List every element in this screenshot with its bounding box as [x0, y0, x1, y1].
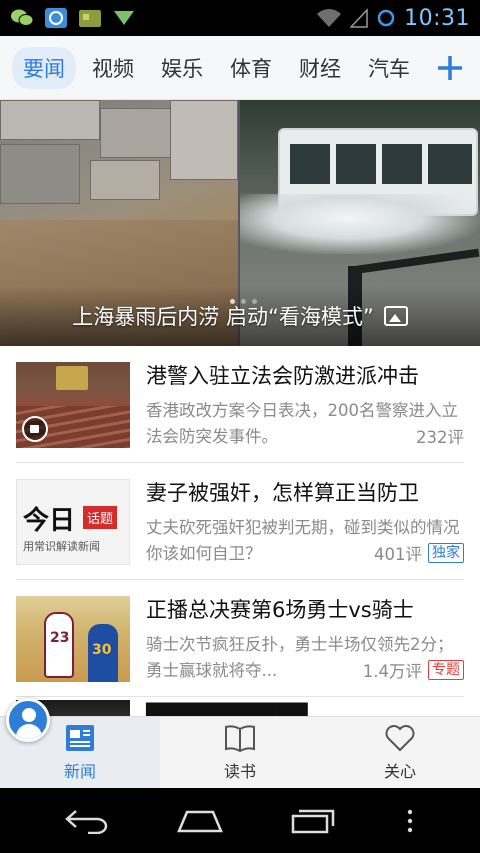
thumbnail-logo-subtitle: 用常识解读新闻	[23, 540, 100, 553]
comment-count: 401评	[374, 545, 422, 564]
tab-video[interactable]: 视频	[81, 47, 145, 89]
comment-count: 1.4万评	[362, 662, 422, 681]
tab-sports[interactable]: 体育	[219, 47, 283, 89]
newspaper-icon	[66, 724, 94, 751]
hero-caption: 上海暴雨后内涝 启动“看海模式”	[72, 305, 374, 329]
wifi-icon	[317, 9, 342, 27]
nav-label: 关心	[383, 761, 416, 781]
book-icon	[225, 724, 255, 752]
gallery-icon	[383, 306, 408, 326]
plus-icon	[438, 55, 462, 80]
system-navigation-bar	[0, 788, 480, 853]
topic-tag: 专题	[428, 660, 464, 680]
recents-button[interactable]	[289, 806, 337, 836]
hero-carousel[interactable]: 上海暴雨后内涝 启动“看海模式”	[0, 100, 480, 346]
home-icon	[176, 810, 223, 832]
game-icon	[79, 10, 101, 27]
heart-icon	[385, 724, 415, 751]
wechat-icon	[11, 9, 34, 26]
comment-count: 232评	[416, 428, 464, 447]
tab-entertainment[interactable]: 娱乐	[150, 47, 214, 89]
exclusive-tag: 独家	[428, 543, 464, 563]
overflow-menu-button[interactable]	[402, 806, 418, 836]
weibo-icon	[45, 8, 67, 28]
jersey-number: 23	[50, 630, 70, 646]
news-title: ▇▇▇▇▇▇▇▇▇▇	[146, 700, 308, 716]
user-avatar-button[interactable]	[6, 698, 50, 742]
news-thumbnail: 今日 话题 用常识解读新闻	[16, 479, 130, 565]
tab-auto[interactable]: 汽车	[357, 47, 420, 89]
sync-icon	[377, 9, 395, 27]
hero-caption-bar: 上海暴雨后内涝 启动“看海模式”	[0, 286, 480, 346]
tab-yaowen[interactable]: 要闻	[12, 46, 76, 89]
home-button[interactable]	[176, 806, 224, 836]
category-tab-bar: 要闻 视频 娱乐 体育 财经 汽车	[0, 36, 480, 100]
back-icon	[64, 809, 107, 834]
nav-reading[interactable]: 读书	[160, 717, 320, 788]
news-item[interactable]: 今日 话题 用常识解读新闻 妻子被强奸，怎样算正当防卫 丈夫砍死强奸犯被判无期，…	[16, 463, 464, 580]
nav-care[interactable]: 关心	[320, 717, 480, 788]
download-icon	[114, 11, 134, 25]
video-icon	[22, 416, 48, 442]
add-category-button[interactable]	[420, 36, 480, 99]
news-title: 妻子被强奸，怎样算正当防卫	[146, 481, 419, 505]
signal-icon	[350, 8, 368, 28]
news-item[interactable]: ▇▇▇▇▇▇▇▇▇▇	[16, 700, 464, 716]
bottom-navigation: 新闻 读书 关心	[0, 716, 480, 788]
news-title: 正播总决赛第6场勇士vs骑士	[146, 598, 414, 622]
thumbnail-logo-badge: 话题	[83, 506, 118, 529]
jersey-number: 30	[92, 642, 112, 658]
tab-finance[interactable]: 财经	[288, 47, 352, 89]
nav-label: 新闻	[63, 761, 96, 781]
news-title: 港警入驻立法会防激进派冲击	[146, 364, 419, 388]
status-bar: 10:31	[0, 0, 480, 36]
clock: 10:31	[404, 5, 470, 31]
recents-icon	[291, 809, 334, 833]
menu-icon	[407, 809, 412, 832]
news-item[interactable]: 23 30 正播总决赛第6场勇士vs骑士 骑士次节疯狂反扑，勇士半场仅领先2分；…	[16, 580, 464, 697]
news-item[interactable]: 港警入驻立法会防激进派冲击 香港政改方案今日表决，200名警察进入立法会防突发事…	[16, 346, 464, 463]
back-button[interactable]	[63, 806, 111, 836]
nav-label: 读书	[223, 761, 256, 781]
news-thumbnail	[16, 362, 130, 448]
news-list: 港警入驻立法会防激进派冲击 香港政改方案今日表决，200名警察进入立法会防突发事…	[0, 346, 480, 716]
thumbnail-logo-text: 今日	[23, 506, 76, 536]
news-thumbnail: 23 30	[16, 596, 130, 682]
